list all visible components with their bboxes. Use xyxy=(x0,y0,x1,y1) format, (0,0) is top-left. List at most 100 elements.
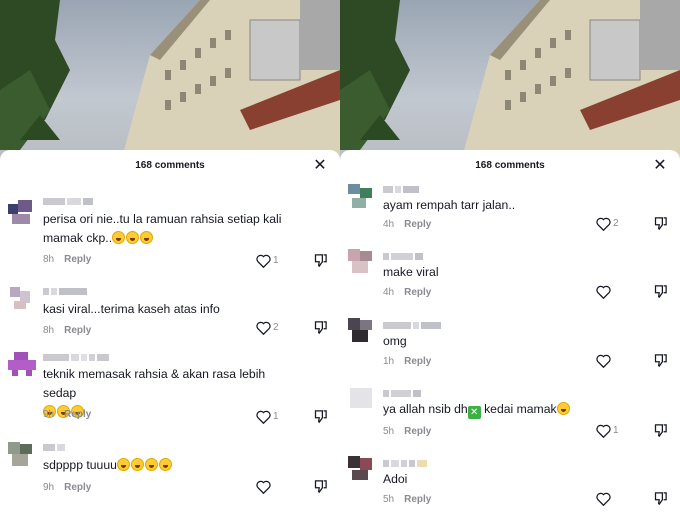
comment-time: 9h xyxy=(43,482,55,493)
heart-icon xyxy=(256,480,271,494)
video-background[interactable] xyxy=(0,0,340,165)
dislike-icon[interactable] xyxy=(653,353,669,369)
comment-time: 8h xyxy=(43,325,55,336)
reply-button[interactable]: Reply xyxy=(64,254,91,265)
avatar[interactable] xyxy=(8,352,36,378)
comment-time: 8h xyxy=(43,254,55,265)
comment-text: perisa ori nie..tu la ramuan rahsia seti… xyxy=(43,212,282,245)
comment-meta: 8h Reply xyxy=(43,325,91,336)
like-button[interactable] xyxy=(596,353,626,369)
username-blurred[interactable] xyxy=(43,198,95,206)
reply-button[interactable]: Reply xyxy=(404,356,431,367)
comments-sheet: 168 comments ✕ ayam rempah tarr jalan.. … xyxy=(340,150,680,517)
comment-meta: 5h Reply xyxy=(383,426,431,437)
reply-button[interactable]: Reply xyxy=(64,482,91,493)
comment-text: omg xyxy=(383,334,407,348)
grin-emoji xyxy=(112,231,126,244)
reply-button[interactable]: Reply xyxy=(64,409,91,420)
like-button[interactable]: 1 xyxy=(596,423,626,439)
dislike-icon[interactable] xyxy=(313,479,329,495)
reply-button[interactable]: Reply xyxy=(404,494,431,505)
dislike-icon[interactable] xyxy=(653,423,669,439)
username-blurred[interactable] xyxy=(43,354,111,362)
username-blurred[interactable] xyxy=(43,288,89,296)
dislike-icon[interactable] xyxy=(313,409,329,425)
comment-count-title: 168 comments xyxy=(475,160,545,171)
username-blurred[interactable] xyxy=(43,444,67,452)
comment-text: ayam rempah tarr jalan.. xyxy=(383,198,516,212)
close-icon[interactable]: ✕ xyxy=(312,158,328,174)
username-blurred[interactable] xyxy=(383,390,423,398)
grin-emoji xyxy=(126,231,140,244)
avatar[interactable] xyxy=(8,200,34,226)
comment-time: 4h xyxy=(383,219,395,230)
comment-meta: 4h Reply xyxy=(383,219,431,230)
like-button[interactable] xyxy=(256,479,286,495)
comment-text: sdpppp tuuuu xyxy=(43,456,298,475)
reply-button[interactable]: Reply xyxy=(404,287,431,298)
heart-icon xyxy=(256,410,271,424)
username-blurred[interactable] xyxy=(383,322,443,330)
like-button[interactable]: 1 xyxy=(256,253,286,269)
grin-emoji xyxy=(158,458,172,471)
grin-emoji xyxy=(130,458,144,471)
comments-sheet: 168 comments ✕ perisa ori nie..tu la ram… xyxy=(0,150,340,517)
heart-icon xyxy=(256,321,271,335)
like-count: 1 xyxy=(613,425,619,436)
sheet-header: 168 comments ✕ xyxy=(0,150,340,184)
like-count: 1 xyxy=(273,411,279,422)
comment-count-title: 168 comments xyxy=(135,160,205,171)
avatar[interactable] xyxy=(348,318,374,344)
comment-meta: 4h Reply xyxy=(383,287,431,298)
grin-emoji xyxy=(144,458,158,471)
avatar[interactable] xyxy=(348,184,374,210)
comment-meta: 9h Reply xyxy=(43,482,91,493)
like-button[interactable]: 1 xyxy=(256,409,286,425)
heart-icon xyxy=(596,354,611,368)
like-button[interactable]: 2 xyxy=(596,216,626,232)
dislike-icon[interactable] xyxy=(653,284,669,300)
comment-text: ya allah nsib dh ✕ kedai mamak xyxy=(383,400,638,419)
heart-icon xyxy=(596,285,611,299)
like-count: 1 xyxy=(273,255,279,266)
like-button[interactable] xyxy=(596,491,626,507)
username-blurred[interactable] xyxy=(383,186,421,194)
like-count: 2 xyxy=(613,218,619,229)
avatar[interactable] xyxy=(348,456,374,482)
right-comments-screen: 168 comments ✕ ayam rempah tarr jalan.. … xyxy=(340,0,680,517)
username-blurred[interactable] xyxy=(383,460,429,468)
dislike-icon[interactable] xyxy=(313,253,329,269)
cross-mark-emoji: ✕ xyxy=(467,406,481,419)
comment-meta: 5h Reply xyxy=(383,494,431,505)
heart-icon xyxy=(596,424,611,438)
left-comments-screen: 168 comments ✕ perisa ori nie..tu la ram… xyxy=(0,0,340,517)
grin-emoji xyxy=(140,231,154,244)
reply-button[interactable]: Reply xyxy=(404,426,431,437)
comment-time: 5h xyxy=(383,494,395,505)
heart-icon xyxy=(256,254,271,268)
comment-text: kasi viral...terima kaseh atas info xyxy=(43,302,220,316)
comment-meta: 1h Reply xyxy=(383,356,431,367)
comment-meta: 8h Reply xyxy=(43,254,91,265)
comment-time: 1h xyxy=(383,356,395,367)
dislike-icon[interactable] xyxy=(313,320,329,336)
sheet-header: 168 comments ✕ xyxy=(340,150,680,184)
grin-emoji xyxy=(116,458,130,471)
avatar[interactable] xyxy=(348,249,374,275)
reply-button[interactable]: Reply xyxy=(404,219,431,230)
dislike-icon[interactable] xyxy=(653,491,669,507)
username-blurred[interactable] xyxy=(383,253,425,261)
avatar[interactable] xyxy=(348,386,374,412)
comment-time: 9h xyxy=(43,409,55,420)
avatar[interactable] xyxy=(8,442,34,468)
like-button[interactable] xyxy=(596,284,626,300)
grin-emoji xyxy=(556,402,570,415)
like-button[interactable]: 2 xyxy=(256,320,286,336)
reply-button[interactable]: Reply xyxy=(64,325,91,336)
dislike-icon[interactable] xyxy=(653,216,669,232)
close-icon[interactable]: ✕ xyxy=(652,158,668,174)
comment-time: 5h xyxy=(383,426,395,437)
video-background[interactable] xyxy=(340,0,680,165)
comment-meta: 9h Reply xyxy=(43,409,91,420)
avatar[interactable] xyxy=(8,285,34,311)
